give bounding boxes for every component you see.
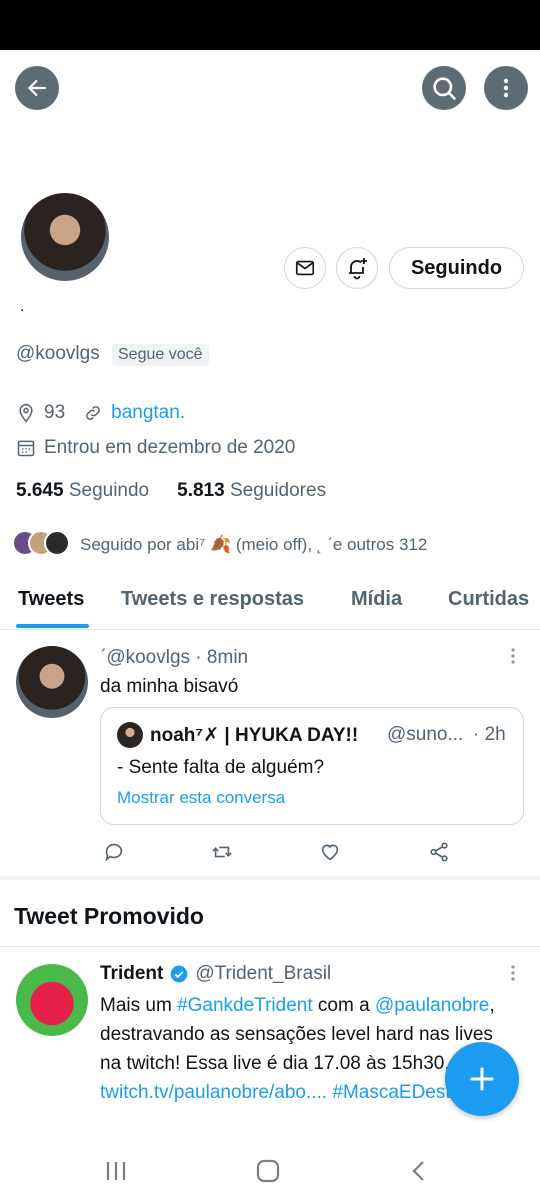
follow-stats: 5.645 Seguindo 5.813 Seguidores xyxy=(16,480,326,502)
mini-avatar xyxy=(44,530,70,556)
following-stat[interactable]: 5.645 Seguindo xyxy=(16,480,149,502)
notifications-button[interactable] xyxy=(336,247,378,289)
share-icon xyxy=(430,842,448,862)
more-vertical-icon xyxy=(511,965,515,981)
calendar-icon xyxy=(17,440,35,457)
reply-button[interactable] xyxy=(100,838,128,866)
bell-plus-icon xyxy=(349,258,367,280)
tweet-more-button[interactable] xyxy=(506,646,520,673)
reply-icon xyxy=(105,843,123,862)
heart-icon xyxy=(321,844,339,861)
profile-tabs: Tweets Tweets e respostas Mídia Curtidas xyxy=(0,578,540,630)
website-link[interactable]: bangtan. xyxy=(111,402,185,424)
joined-row: Entrou em dezembro de 2020 xyxy=(16,437,295,459)
promoted-author-handle: @Trident_Brasil xyxy=(195,963,332,984)
tab-likes[interactable]: Curtidas xyxy=(448,588,529,611)
back-nav-icon[interactable] xyxy=(408,1159,430,1183)
back-button[interactable] xyxy=(15,66,59,110)
following-button[interactable]: Seguindo xyxy=(389,247,524,289)
search-icon xyxy=(433,77,456,100)
quote-text: - Sente falta de alguém? xyxy=(117,757,325,778)
location-row: 93 bangtan. xyxy=(16,402,185,424)
show-thread-link[interactable]: Mostrar esta conversa xyxy=(117,788,285,808)
tab-media[interactable]: Mídia xyxy=(351,588,402,611)
profile-avatar[interactable] xyxy=(18,190,112,284)
arrow-left-icon xyxy=(27,79,46,97)
promoted-author-name: Trident xyxy=(100,963,164,984)
quoted-tweet-card[interactable]: noah⁷✗ | HYUKA DAY!! @suno... · 2h - Sen… xyxy=(100,707,524,825)
more-options-button[interactable] xyxy=(484,66,528,110)
quote-time: · 2h xyxy=(473,724,506,745)
system-navigation-bar xyxy=(0,1140,540,1200)
link-icon xyxy=(86,406,101,420)
tab-tweets[interactable]: Tweets xyxy=(18,588,84,611)
promoted-inline-link[interactable]: twitch.tv/paulanobre/abo.... xyxy=(100,1082,327,1103)
plus-icon xyxy=(470,1067,494,1091)
active-tab-indicator xyxy=(16,624,89,628)
section-divider xyxy=(0,876,540,880)
display-name: . xyxy=(20,298,25,315)
promoted-inline-link[interactable]: @paulanobre xyxy=(375,995,489,1016)
divider xyxy=(0,946,540,947)
search-button[interactable] xyxy=(422,66,466,110)
joined-text: Entrou em dezembro de 2020 xyxy=(44,437,296,458)
followed-by-text[interactable]: Seguido por abi⁷ 🍂 (meio off), ˛ ˊe outr… xyxy=(80,535,427,555)
retweet-button[interactable] xyxy=(208,838,236,866)
message-button[interactable] xyxy=(284,247,326,289)
like-button[interactable] xyxy=(316,838,344,866)
share-button[interactable] xyxy=(425,838,453,866)
recent-apps-icon[interactable] xyxy=(104,1160,128,1182)
tab-tweets-and-replies[interactable]: Tweets e respostas xyxy=(121,588,304,611)
tweet-author-line: ˊ@koovlgs · 8min xyxy=(100,647,249,668)
promoted-text-segment: com a xyxy=(312,995,375,1016)
home-icon[interactable] xyxy=(255,1158,281,1184)
verified-badge-icon xyxy=(171,965,188,983)
envelope-icon xyxy=(295,260,315,276)
promoted-text-segment: Mais um xyxy=(100,995,178,1016)
promoted-more-button[interactable] xyxy=(506,963,520,990)
follows-you-badge: Segue você xyxy=(112,344,209,366)
tweet-text: da minha bisavó xyxy=(100,676,239,697)
promoted-section-title: Tweet Promovido xyxy=(14,903,204,929)
tweet-avatar[interactable] xyxy=(16,646,88,718)
compose-tweet-button[interactable] xyxy=(445,1042,519,1116)
quote-author-handle: @suno... xyxy=(387,724,464,745)
followers-stat[interactable]: 5.813 Seguidores xyxy=(177,480,326,502)
followed-by-avatars xyxy=(12,530,74,560)
quote-avatar xyxy=(117,722,143,748)
promoted-tweet-text: Mais um #GankdeTrident com a @paulanobre… xyxy=(100,991,500,1107)
location-text: 93 xyxy=(44,402,66,423)
promoted-inline-link[interactable]: #GankdeTrident xyxy=(177,995,313,1016)
quote-author-name: noah⁷✗ | HYUKA DAY!! xyxy=(150,725,359,746)
profile-handle: @koovlgs xyxy=(16,343,100,364)
location-pin-icon xyxy=(19,403,33,423)
promoted-author-line: Trident @Trident_Brasil xyxy=(100,963,331,985)
promoted-avatar[interactable] xyxy=(16,964,88,1036)
more-vertical-icon xyxy=(503,78,509,98)
tweet-actions xyxy=(100,838,460,866)
status-bar xyxy=(0,0,540,50)
more-vertical-icon xyxy=(511,648,515,664)
retweet-icon xyxy=(212,846,232,858)
